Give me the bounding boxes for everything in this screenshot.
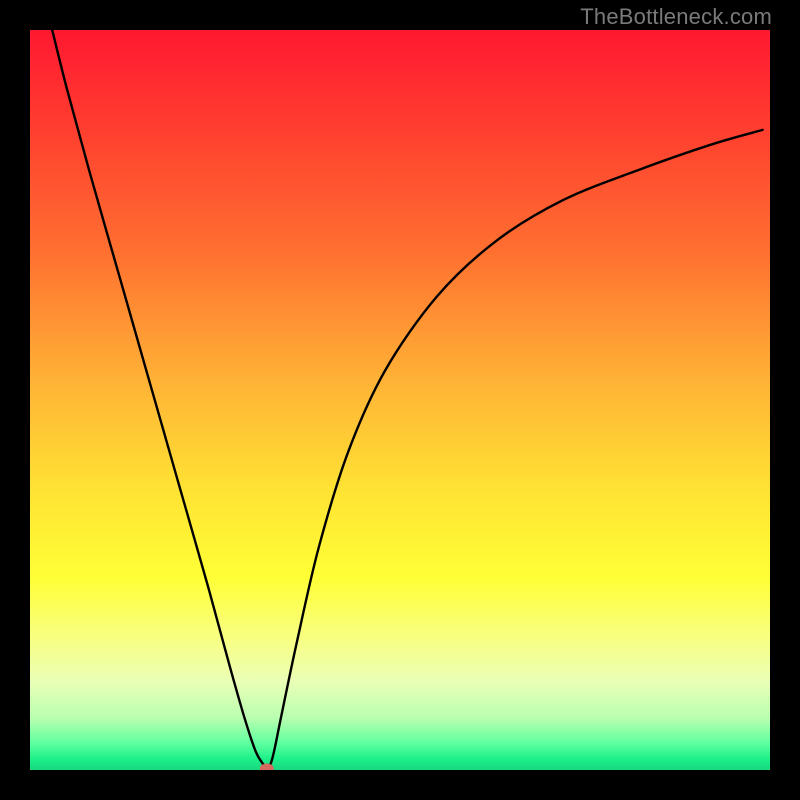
bottleneck-curve — [52, 30, 762, 769]
chart-frame: TheBottleneck.com — [0, 0, 800, 800]
watermark-label: TheBottleneck.com — [580, 4, 772, 30]
curve-layer — [30, 30, 770, 770]
minimum-marker — [260, 764, 274, 770]
plot-area — [30, 30, 770, 770]
